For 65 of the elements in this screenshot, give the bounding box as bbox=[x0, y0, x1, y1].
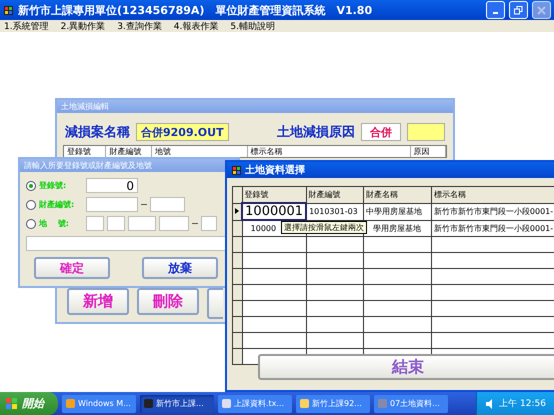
app-icon bbox=[378, 399, 387, 408]
app-icon bbox=[144, 399, 153, 408]
input-field[interactable] bbox=[86, 197, 138, 212]
option-label: 地 號: bbox=[39, 218, 70, 229]
option-label: 財產編號: bbox=[39, 199, 76, 210]
input-field[interactable] bbox=[128, 216, 156, 231]
column-header: 財產編號 bbox=[306, 186, 364, 203]
action-button[interactable]: 新增 bbox=[67, 288, 129, 315]
row-pointer-icon bbox=[235, 208, 239, 214]
table-cell: 1000001 bbox=[242, 203, 306, 220]
menu-item[interactable]: 5.輔助說明 bbox=[230, 20, 275, 32]
action-button[interactable]: 刪除 bbox=[137, 288, 199, 315]
dialog-button[interactable]: 放棄 bbox=[142, 257, 218, 279]
reason-field[interactable]: 合併 bbox=[361, 123, 401, 141]
minimize-button[interactable] bbox=[486, 1, 505, 19]
input-field[interactable] bbox=[86, 216, 104, 231]
input-field[interactable] bbox=[107, 216, 125, 231]
windows-logo-icon bbox=[6, 398, 18, 410]
input-field[interactable] bbox=[159, 216, 189, 231]
taskbar-button[interactable]: 新竹上課92... bbox=[296, 394, 370, 412]
column-header: 登錄號 bbox=[242, 186, 306, 203]
input-field[interactable]: 0 bbox=[86, 178, 138, 193]
menu-item[interactable]: 3.查詢作業 bbox=[117, 20, 162, 32]
close-button[interactable] bbox=[532, 1, 551, 19]
option-label: 登錄號: bbox=[39, 180, 68, 191]
input-field[interactable] bbox=[201, 216, 217, 231]
taskbar-button[interactable]: 新竹市上課... bbox=[140, 394, 214, 412]
radio-button[interactable] bbox=[26, 180, 36, 190]
input-field[interactable] bbox=[406, 123, 445, 141]
dialog-button[interactable]: 確定 bbox=[34, 257, 110, 279]
taskbar-button[interactable]: 上課資料.tx... bbox=[218, 394, 292, 412]
taskbar-button[interactable]: Windows M... bbox=[62, 394, 136, 412]
taskbar-button[interactable]: 07土地資料... bbox=[374, 394, 448, 412]
menu-item[interactable]: 4.報表作業 bbox=[174, 20, 218, 32]
case-name-field[interactable]: 合併9209.OUT bbox=[136, 123, 229, 141]
dialog-title: 請輸入所要登錄號或財產編號及地號 bbox=[24, 160, 152, 171]
action-button[interactable] bbox=[207, 288, 223, 319]
app-icon bbox=[300, 399, 309, 408]
window-title: 新竹市上課專用單位(123456789A) 單位財產管理資訊系統 V1.80 bbox=[18, 2, 374, 18]
table-cell: 1010301-03 bbox=[306, 203, 364, 220]
clock: 上午 12:56 bbox=[499, 398, 546, 410]
app-icon bbox=[222, 399, 231, 408]
app-icon bbox=[3, 4, 14, 16]
start-button[interactable]: 開始 bbox=[0, 392, 58, 415]
restore-button[interactable] bbox=[509, 1, 528, 19]
radio-button[interactable] bbox=[26, 218, 36, 228]
radio-button[interactable] bbox=[26, 200, 36, 210]
input-field[interactable] bbox=[150, 197, 185, 212]
tooltip: 選擇請按滑鼠左鍵兩次 bbox=[281, 221, 367, 234]
field-label: 減損案名稱 bbox=[65, 124, 130, 141]
menu-item[interactable]: 1.系統管理 bbox=[4, 20, 49, 32]
column-header: 標示名稱 bbox=[248, 146, 411, 157]
column-header: 財產名稱 bbox=[363, 186, 432, 203]
menu-item[interactable]: 2.異動作業 bbox=[60, 20, 106, 32]
window-title: 土地資料選擇 bbox=[245, 164, 305, 177]
close-icon bbox=[537, 6, 546, 14]
column-header: 標示名稱 bbox=[431, 186, 554, 203]
window-title: 土地減損編輯 bbox=[61, 101, 109, 112]
app-icon bbox=[231, 164, 242, 176]
restore-icon bbox=[514, 6, 523, 14]
close-button[interactable]: 結束 bbox=[258, 354, 554, 380]
table-cell: 中學用房屋基地 bbox=[363, 203, 432, 220]
app-icon bbox=[66, 399, 75, 408]
field-label: 土地減損原因 bbox=[277, 124, 356, 141]
column-header: 原因 bbox=[410, 146, 446, 157]
